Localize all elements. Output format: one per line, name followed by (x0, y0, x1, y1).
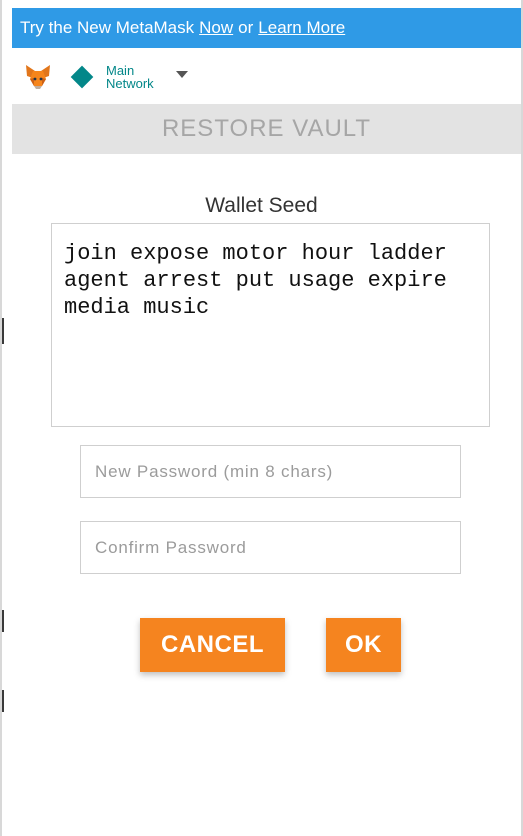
ok-button[interactable]: OK (326, 618, 401, 672)
page-title-bar: RESTORE VAULT (12, 104, 521, 154)
now-link[interactable]: Now (199, 18, 233, 38)
diamond-icon (70, 65, 94, 89)
network-selector[interactable]: Main Network (68, 60, 188, 94)
banner-text: Try the New MetaMask (20, 18, 195, 37)
window-edge-mark (2, 318, 4, 344)
new-metamask-banner: Try the New MetaMask Now or Learn More (12, 8, 521, 48)
window-edge-mark (2, 690, 4, 712)
popup-window: Try the New MetaMask Now or Learn More M… (0, 0, 523, 836)
metamask-fox-icon[interactable] (24, 62, 52, 90)
caret-down-icon[interactable] (176, 70, 188, 78)
network-label-line2: Network (106, 76, 154, 91)
wallet-seed-textarea[interactable]: join expose motor hour ladder agent arre… (51, 223, 490, 427)
new-password-field[interactable] (80, 445, 461, 498)
network-label: Main Network (106, 64, 172, 90)
cancel-button[interactable]: CANCEL (140, 618, 285, 672)
wallet-seed-label: Wallet Seed (205, 194, 318, 217)
confirm-password-field[interactable] (80, 521, 461, 574)
learn-more-link[interactable]: Learn More (258, 18, 345, 38)
top-bar: Main Network (12, 52, 521, 102)
banner-or-text: or (238, 18, 254, 37)
window-edge-mark (2, 610, 4, 632)
page-title: RESTORE VAULT (161, 115, 372, 142)
